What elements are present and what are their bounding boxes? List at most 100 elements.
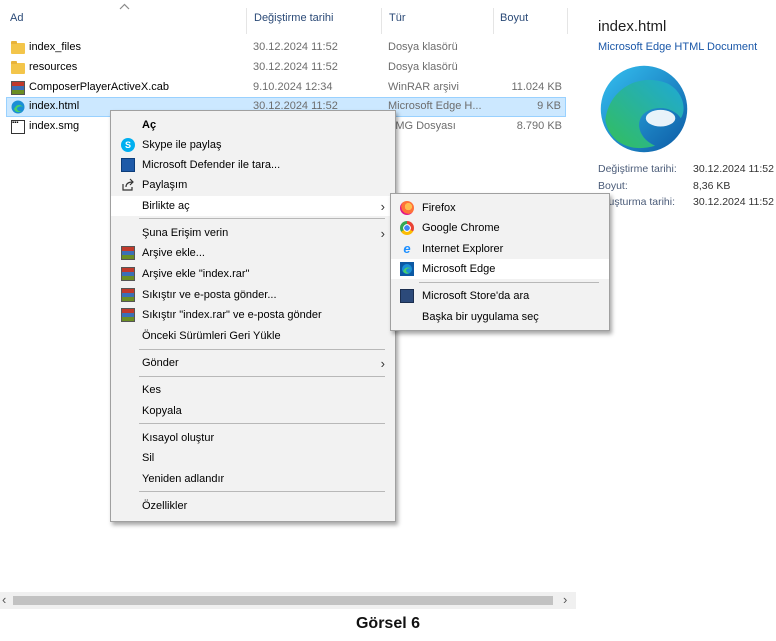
column-divider[interactable] [381, 8, 382, 34]
store-icon [400, 289, 414, 303]
menu-item-label: Yeniden adlandır [142, 473, 225, 485]
menu-separator [139, 423, 385, 424]
menu-item-label: Kopyala [142, 405, 182, 417]
file-row[interactable]: resources 30.12.2024 11:52 Dosya klasörü [6, 58, 566, 78]
file-type: WinRAR arşivi [388, 81, 459, 93]
menu-item-cut[interactable]: Kes [111, 380, 395, 400]
file-date: 30.12.2024 11:52 [253, 61, 338, 73]
menu-item-properties[interactable]: Özellikler [111, 496, 395, 516]
submenu-item-edge[interactable]: Microsoft Edge [391, 259, 609, 279]
submenu-item-store-search[interactable]: Microsoft Store'da ara [391, 286, 609, 306]
menu-item-rename[interactable]: Yeniden adlandır [111, 469, 395, 489]
column-divider[interactable] [246, 8, 247, 34]
submenu-item-label: Google Chrome [422, 222, 500, 234]
details-modified-label: Değiştirme tarihi: [598, 163, 677, 175]
submenu-item-internet-explorer[interactable]: e Internet Explorer [391, 239, 609, 259]
chevron-right-icon: › [380, 356, 385, 371]
menu-item-add-index-rar[interactable]: Arşive ekle "index.rar" [111, 264, 395, 284]
menu-item-copy[interactable]: Kopyala [111, 401, 395, 421]
file-name: ComposerPlayerActiveX.cab [29, 81, 170, 93]
smg-file-icon: ▪▪▪ [11, 120, 25, 134]
file-date: 9.10.2024 12:34 [253, 81, 333, 93]
details-size-label: Boyut: [598, 180, 628, 192]
submenu-item-firefox[interactable]: Firefox [391, 198, 609, 218]
file-type: Microsoft Edge H... [388, 100, 482, 112]
column-header-size[interactable]: Boyut [500, 12, 528, 24]
file-size: 8.790 KB [516, 120, 562, 132]
menu-item-label: Sil [142, 452, 155, 464]
horizontal-scrollbar[interactable]: ‹ › [0, 592, 576, 609]
scroll-left-icon[interactable]: ‹ [2, 592, 6, 607]
menu-item-create-shortcut[interactable]: Kısayol oluştur [111, 428, 395, 448]
menu-item-skype-share[interactable]: S Skype ile paylaş [111, 135, 395, 155]
submenu-item-label: Microsoft Edge [422, 263, 496, 275]
menu-item-label: Gönder [142, 357, 179, 369]
edge-icon [400, 262, 414, 276]
column-header-name[interactable]: Ad [10, 12, 23, 24]
file-type: Dosya klasörü [388, 41, 458, 53]
menu-item-label: Şuna Erişim verin [142, 227, 229, 239]
folder-icon [11, 41, 25, 54]
file-size: 9 KB [537, 100, 561, 112]
menu-separator [139, 218, 385, 219]
column-divider[interactable] [493, 8, 494, 34]
details-modified-value: 30.12.2024 11:52 [693, 163, 774, 175]
file-size: 11.024 KB [511, 81, 562, 93]
column-divider[interactable] [567, 8, 568, 34]
details-size-value: 8,36 KB [693, 180, 731, 192]
submenu-item-chrome[interactable]: Google Chrome [391, 218, 609, 238]
menu-item-label: Özellikler [142, 500, 188, 512]
file-name: index.html [29, 100, 80, 112]
menu-item-defender-scan[interactable]: Microsoft Defender ile tara... [111, 155, 395, 175]
figure-caption: Görsel 6 [355, 615, 421, 632]
menu-item-send-to[interactable]: Gönder › [111, 353, 395, 373]
scroll-right-icon[interactable]: › [563, 592, 567, 607]
winrar-icon [11, 81, 25, 95]
details-created-value: 30.12.2024 11:52 [693, 196, 774, 208]
file-name: index.smg [29, 120, 80, 132]
menu-item-label: Microsoft Defender ile tara... [142, 159, 281, 171]
menu-item-label: Önceki Sürümleri Geri Yükle [142, 330, 281, 342]
file-type: Dosya klasörü [388, 61, 458, 73]
context-menu: Aç S Skype ile paylaş Microsoft Defender… [110, 110, 396, 522]
winrar-icon [121, 288, 135, 302]
edge-icon [11, 100, 25, 114]
submenu-item-label: Firefox [422, 202, 456, 214]
menu-item-label: Sıkıştır ve e-posta gönder... [142, 289, 277, 301]
menu-item-label: Sıkıştır "index.rar" ve e-posta gönder [142, 309, 322, 321]
share-icon [122, 178, 134, 191]
file-date: 30.12.2024 11:52 [253, 41, 338, 53]
edge-logo-icon [600, 65, 688, 153]
defender-icon [121, 158, 135, 172]
file-row[interactable]: ComposerPlayerActiveX.cab 9.10.2024 12:3… [6, 78, 566, 98]
chevron-right-icon: › [380, 226, 385, 241]
menu-separator [139, 376, 385, 377]
scrollbar-thumb[interactable] [13, 596, 553, 605]
menu-item-delete[interactable]: Sil [111, 448, 395, 468]
file-row[interactable]: index_files 30.12.2024 11:52 Dosya klasö… [6, 38, 566, 58]
internet-explorer-icon: e [403, 241, 411, 256]
winrar-icon [121, 267, 135, 281]
menu-separator [419, 282, 599, 283]
menu-separator [139, 349, 385, 350]
chevron-right-icon: › [380, 199, 385, 214]
menu-item-open[interactable]: Aç [111, 115, 395, 135]
column-header-date[interactable]: Değiştirme tarihi [254, 12, 333, 24]
firefox-icon [400, 201, 414, 215]
menu-item-label: Birlikte aç [142, 200, 190, 212]
skype-icon: S [121, 138, 135, 152]
menu-item-open-with[interactable]: Birlikte aç › [111, 196, 395, 216]
menu-item-label: Skype ile paylaş [142, 139, 222, 151]
menu-item-compress-index-email[interactable]: Sıkıştır "index.rar" ve e-posta gönder [111, 305, 395, 325]
submenu-item-label: Internet Explorer [422, 243, 504, 255]
menu-separator [139, 491, 385, 492]
menu-item-share[interactable]: Paylaşım [111, 175, 395, 195]
menu-item-compress-email[interactable]: Sıkıştır ve e-posta gönder... [111, 285, 395, 305]
menu-item-label: Aç [142, 119, 157, 131]
column-header-type[interactable]: Tür [389, 12, 406, 24]
menu-item-restore-versions[interactable]: Önceki Sürümleri Geri Yükle [111, 326, 395, 346]
submenu-item-choose-other[interactable]: Başka bir uygulama seç [391, 307, 609, 327]
menu-item-label: Kes [142, 384, 161, 396]
menu-item-grant-access[interactable]: Şuna Erişim verin › [111, 223, 395, 243]
menu-item-add-archive[interactable]: Arşive ekle... [111, 243, 395, 263]
